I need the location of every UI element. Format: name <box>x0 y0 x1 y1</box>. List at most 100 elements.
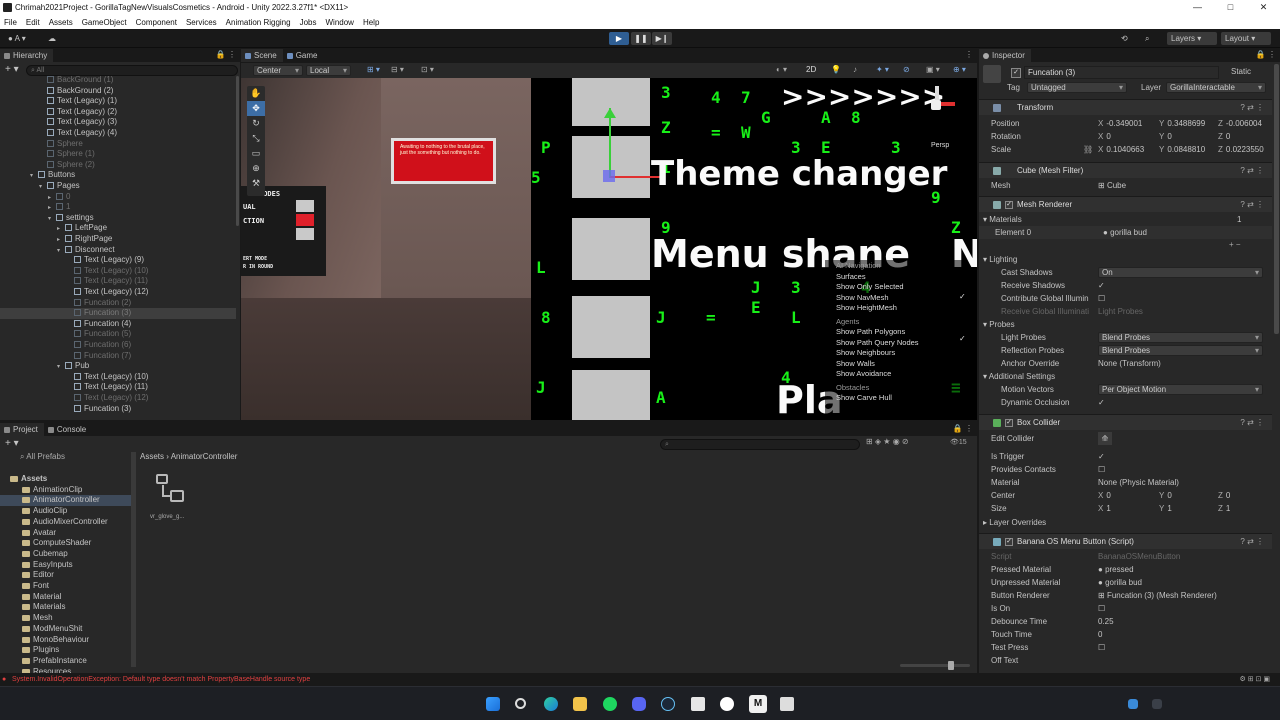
pause-button[interactable]: ❚❚ <box>631 32 651 45</box>
transform-header[interactable]: Transform? ⇄ ⋮ <box>979 99 1272 115</box>
hierarchy-row[interactable]: Text (Legacy) (12) <box>0 287 236 298</box>
rect-tool-icon[interactable]: ▭ <box>247 146 265 161</box>
project-folder-item[interactable]: Font <box>0 581 136 592</box>
project-folder-item[interactable]: Avatar <box>0 528 136 539</box>
hierarchy-row[interactable]: Funcation (2) <box>0 298 236 309</box>
position-y[interactable]: Y 0.3488699 <box>1159 117 1205 130</box>
status-error-text[interactable]: System.InvalidOperationException: Defaul… <box>12 676 310 683</box>
hierarchy-row[interactable]: Text (Legacy) (10) <box>0 372 236 383</box>
gizmo-menu-item-surfaces[interactable]: Surfaces <box>836 272 919 283</box>
space-dropdown[interactable]: Local <box>306 65 351 76</box>
tab-console[interactable]: Console <box>44 423 92 436</box>
constrain-proportions-icon[interactable]: ⛓ <box>1083 143 1093 156</box>
hierarchy-row[interactable]: ▾ Pages <box>0 181 236 192</box>
hierarchy-row[interactable]: BackGround (2) <box>0 86 236 97</box>
project-folder-item[interactable]: AnimationClip <box>0 485 136 496</box>
hierarchy-row[interactable]: Text (Legacy) (11) <box>0 382 236 393</box>
gizmo-menu-item-show-carve-hull[interactable]: Show Carve Hull <box>836 393 919 404</box>
center-x[interactable]: X0 <box>1098 489 1111 502</box>
rotate-tool-icon[interactable]: ↻ <box>247 116 265 131</box>
breadcrumb-animatorcontroller[interactable]: AnimatorController <box>171 452 238 461</box>
menu-services[interactable]: Services <box>186 18 217 27</box>
contribute-gi-checkbox[interactable]: ☐ <box>1098 292 1105 305</box>
hierarchy-row[interactable]: Text (Legacy) (1) <box>0 96 236 107</box>
mesh-filter-header[interactable]: Cube (Mesh Filter)? ⇄ ⋮ <box>979 162 1272 178</box>
tab-inspector[interactable]: Inspector <box>979 49 1031 62</box>
hierarchy-row[interactable]: Sphere <box>0 139 236 150</box>
hierarchy-row[interactable]: Text (Legacy) (10) <box>0 266 236 277</box>
menu-file[interactable]: File <box>4 18 17 27</box>
move-tool-icon[interactable]: ✥ <box>247 101 265 116</box>
mesh-field[interactable]: ⊞ Cube <box>1098 179 1126 192</box>
spotify-icon[interactable] <box>603 697 617 711</box>
rotation-z[interactable]: Z0 <box>1218 130 1230 143</box>
edge-icon[interactable] <box>544 697 558 711</box>
box-collider-header[interactable]: ✓ Box Collider? ⇄ ⋮ <box>979 414 1272 430</box>
cast-shadows-dropdown[interactable]: On <box>1098 267 1263 278</box>
gizmos-dropdown-icon[interactable]: ⊕ ▾ <box>953 65 966 74</box>
scale-tool-icon[interactable]: ⤡ <box>247 131 265 146</box>
project-folder-item[interactable]: AudioClip <box>0 506 136 517</box>
hierarchy-row[interactable]: ▸ 0 <box>0 192 236 203</box>
inspector-lock-icon[interactable]: 🔒 ⋮ <box>1256 50 1276 59</box>
tab-project[interactable]: Project <box>0 423 44 436</box>
touch-time-field[interactable]: 0 <box>1098 628 1102 641</box>
collider-material-field[interactable]: None (Physic Material) <box>1098 476 1179 489</box>
project-folder-item[interactable]: Editor <box>0 570 136 581</box>
probes-foldout[interactable]: ▾ Probes <box>979 318 1272 331</box>
tag-dropdown[interactable]: Untagged <box>1027 82 1127 93</box>
hierarchy-row[interactable]: ▾ settings <box>0 213 236 224</box>
anchor-override-field[interactable]: None (Transform) <box>1098 357 1161 370</box>
debounce-field[interactable]: 0.25 <box>1098 615 1114 628</box>
project-folder-item[interactable]: Materials <box>0 602 136 613</box>
move-gizmo-plane-handle[interactable] <box>603 170 615 182</box>
component-tools-icon[interactable]: ? ⇄ ⋮ <box>1240 163 1264 179</box>
mesh-renderer-header[interactable]: ✓ Mesh Renderer? ⇄ ⋮ <box>979 196 1272 212</box>
hierarchy-row[interactable]: Funcation (5) <box>0 329 236 340</box>
unity-hub-icon[interactable] <box>691 697 705 711</box>
active-checkbox[interactable]: ✓ <box>1011 68 1021 78</box>
menu-animation-rigging[interactable]: Animation Rigging <box>226 18 291 27</box>
status-icons[interactable]: ⚙ ⊞ ⊡ ▣ <box>1240 673 1270 686</box>
scale-x[interactable]: X 0.1040663 <box>1098 143 1144 156</box>
motion-vectors-dropdown[interactable]: Per Object Motion <box>1098 384 1263 395</box>
menu-component[interactable]: Component <box>136 18 177 27</box>
project-folder-item[interactable]: EasyInputs <box>0 560 136 571</box>
menu-edit[interactable]: Edit <box>26 18 40 27</box>
project-lock-icon[interactable]: 🔒 ⋮ <box>953 424 973 433</box>
project-folder-item[interactable]: AudioMixerController <box>0 517 136 528</box>
lock-icon[interactable]: 🔒 ⋮ <box>216 50 236 59</box>
hidden-objects-icon[interactable]: ⊘ <box>903 65 910 74</box>
project-folder-item[interactable]: AnimatorController <box>0 495 136 507</box>
pivot-dropdown[interactable]: Center <box>253 65 303 76</box>
step-button[interactable]: ▶❙ <box>652 32 672 45</box>
size-y[interactable]: Y1 <box>1159 502 1172 515</box>
layers-dropdown[interactable]: Layers ▾ <box>1167 32 1217 45</box>
tool-settings-icon[interactable]: ⊡ ▾ <box>421 65 434 74</box>
hierarchy-row[interactable]: Text (Legacy) (3) <box>0 117 236 128</box>
breadcrumb-assets[interactable]: Assets <box>140 452 164 461</box>
menu-button-cube[interactable] <box>572 296 650 358</box>
effects-dropdown-icon[interactable]: ✦ ▾ <box>876 65 889 74</box>
hierarchy-row[interactable]: Text (Legacy) (12) <box>0 393 236 404</box>
hierarchy-row[interactable]: Funcation (3) <box>0 404 236 415</box>
obs-icon[interactable] <box>720 697 734 711</box>
scale-z[interactable]: Z 0.0223550 <box>1218 143 1264 156</box>
button-renderer-field[interactable]: ⊞ Funcation (3) (Mesh Renderer) <box>1098 589 1217 602</box>
maximize-button[interactable]: □ <box>1214 0 1247 15</box>
is-on-checkbox[interactable]: ☐ <box>1098 602 1105 615</box>
search-icon[interactable]: ⌕ <box>1145 32 1149 45</box>
transform-tool-icon[interactable]: ⊕ <box>247 161 265 176</box>
center-z[interactable]: Z0 <box>1218 489 1230 502</box>
hierarchy-row[interactable]: ▸ RightPage <box>0 234 236 245</box>
menu-help[interactable]: Help <box>363 18 379 27</box>
play-button[interactable]: ▶ <box>609 32 629 45</box>
scale-y[interactable]: Y 0.0848810 <box>1159 143 1205 156</box>
steam-icon[interactable] <box>661 697 675 711</box>
lighting-foldout[interactable]: ▾ Lighting <box>979 253 1272 266</box>
gizmo-menu-item-show-neighbours[interactable]: Show Neighbours <box>836 348 919 359</box>
position-x[interactable]: X -0.349001 <box>1098 117 1142 130</box>
hierarchy-row[interactable]: Funcation (3) <box>0 308 236 319</box>
menu-button-cube[interactable] <box>572 78 650 126</box>
move-gizmo-y-axis[interactable] <box>609 108 611 178</box>
